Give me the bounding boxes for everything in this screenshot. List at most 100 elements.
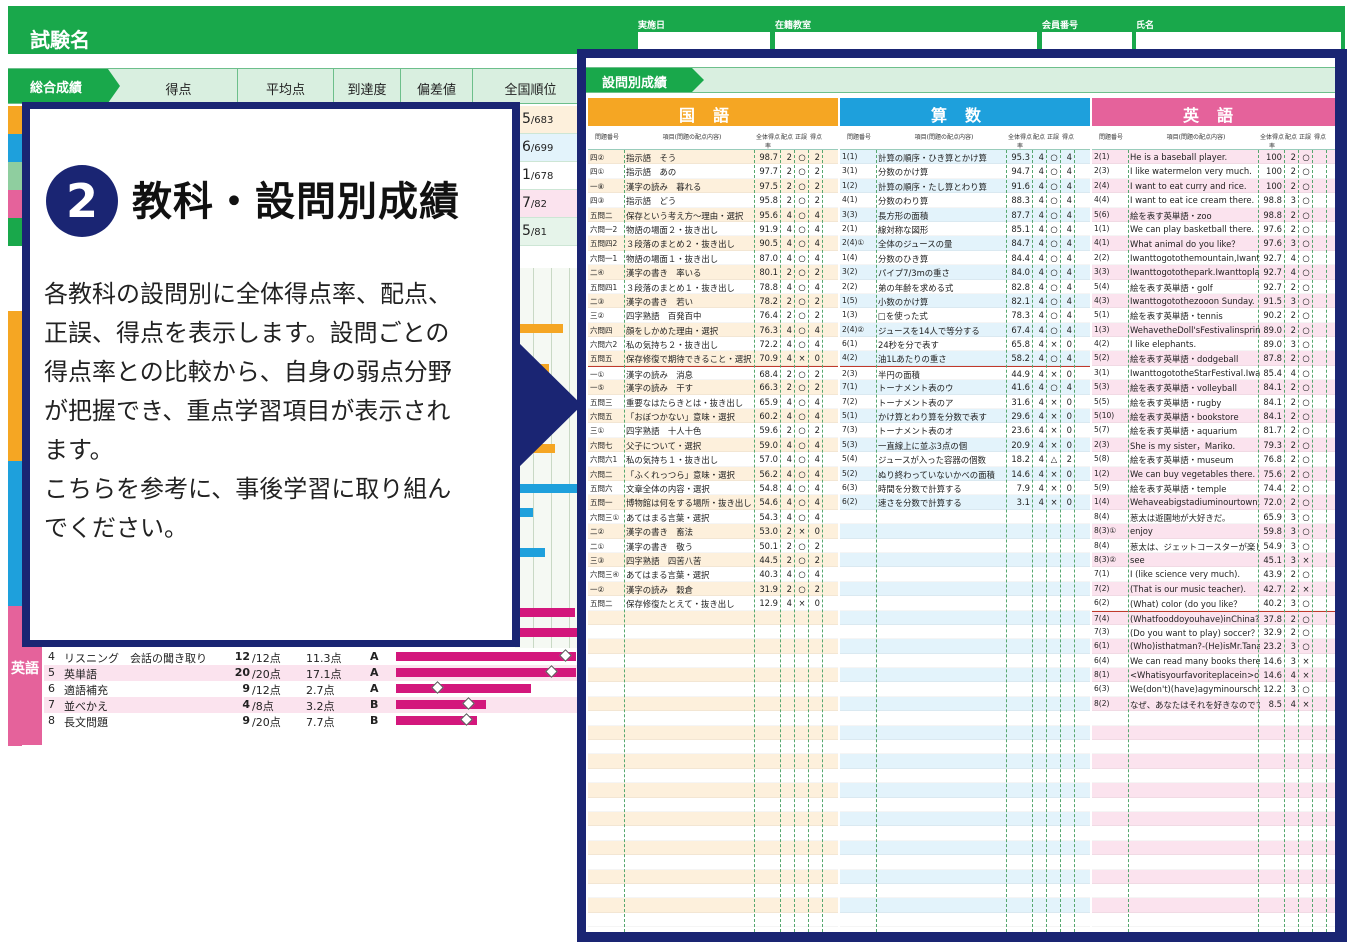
score: 4 xyxy=(1066,281,1072,292)
correctness: ○ xyxy=(1302,411,1310,422)
overall-rate: 91.5 xyxy=(1263,295,1282,306)
header-field-label: 氏名 xyxy=(1136,21,1155,31)
column-header: 全体得点率 xyxy=(756,134,781,150)
question-item: 私の気持ち２・抜き出し xyxy=(626,340,719,351)
column-header: 問題番号 xyxy=(1098,134,1123,141)
score: 2 xyxy=(814,152,820,162)
question-number: 1(1) xyxy=(1094,223,1110,233)
column-divider xyxy=(624,150,625,932)
points: 4 xyxy=(786,439,792,450)
score: 2 xyxy=(814,554,820,565)
question-row xyxy=(588,682,838,697)
question-row: 四① 指示語 あの 97.7 2 ○ 2 xyxy=(588,164,838,179)
score: 4 xyxy=(242,698,250,711)
question-row: 1(5) 小数のかけ算 82.1 4 ○ 4 xyxy=(840,293,1090,309)
score: 0 xyxy=(1066,482,1072,493)
question-row: 1(2) 計算の順序・たし算とわり算 91.6 4 ○ 4 xyxy=(840,178,1090,194)
correctness: ○ xyxy=(1302,482,1310,493)
score: 12 xyxy=(234,650,250,663)
question-item: 時間を分数で計算する xyxy=(878,483,962,494)
overall-rate: 91.9 xyxy=(759,223,778,234)
points: 2 xyxy=(1290,310,1296,321)
points: 2 xyxy=(1290,396,1296,407)
score: 0 xyxy=(814,598,820,609)
overall-rate: 80.1 xyxy=(759,267,778,278)
overall-rate: 54.6 xyxy=(759,497,778,508)
question-number: 三② xyxy=(590,311,605,321)
score: 4 xyxy=(814,468,820,479)
correctness: ○ xyxy=(1302,497,1310,508)
question-row xyxy=(840,898,1090,913)
question-row: 2(3) 半円の面積 44.9 4 × 0 xyxy=(840,365,1090,381)
overall-rate: 42.7 xyxy=(1263,583,1282,594)
question-row: 5(1) かけ算とわり算を分数で表す 29.6 4 × 0 xyxy=(840,409,1090,424)
correctness: × xyxy=(1050,396,1058,407)
points: 4 xyxy=(786,324,792,335)
question-number: 六問四 xyxy=(590,325,613,335)
overall-rate: 12.2 xyxy=(1263,684,1282,695)
column-header-row: 問題番号 項目(問題の配点内容) 全体得点率 配点 正誤 得点 xyxy=(840,126,1090,150)
question-item: 葱太は、ジェットコースターが楽しい。 xyxy=(1130,541,1260,552)
score: 2 xyxy=(814,166,820,177)
overall-rate: 44.5 xyxy=(759,554,778,565)
question-item: I want to eat ice cream there. xyxy=(1130,195,1255,206)
column-header: 項目(問題の配点内容) xyxy=(662,134,722,141)
column-header: 項目(問題の配点内容) xyxy=(1166,134,1226,141)
question-number: 一① xyxy=(590,369,605,379)
question-row xyxy=(840,682,1090,697)
question-item: 漢字の読み 干す xyxy=(626,383,693,394)
question-row: 1(4) 分数のひき算 84.4 4 ○ 4 xyxy=(840,250,1090,266)
overall-rate: 76.8 xyxy=(1263,454,1282,465)
points: 4 xyxy=(1038,166,1044,177)
question-row xyxy=(840,740,1090,755)
correctness: ○ xyxy=(798,368,806,379)
score: 4 xyxy=(814,238,820,249)
detail-sheet-frame: 設問別成績 国語 問題番号 項目(問題の配点内容) 全体得点率 配点 正誤 得点 四② 指示語 … xyxy=(577,49,1347,942)
rank-cell: 7/82 xyxy=(520,190,585,218)
question-item: 絵を表す英単語・tennis xyxy=(1130,311,1223,322)
detail-sheet: 設問別成績 国語 問題番号 項目(問題の配点内容) 全体得点率 配点 正誤 得点 四② 指示語 … xyxy=(586,58,1335,932)
correctness: ○ xyxy=(798,569,806,580)
question-row xyxy=(840,811,1090,827)
question-item: トーナメント表のウ xyxy=(878,383,954,394)
question-row xyxy=(840,624,1090,640)
points: 2 xyxy=(1290,497,1296,508)
row-number: 7 xyxy=(48,698,55,711)
question-row: 2(4)① 全体のジュースの量 84.7 4 ○ 4 xyxy=(840,236,1090,251)
points: 2 xyxy=(1290,439,1296,450)
overall-rate: 29.6 xyxy=(1011,411,1030,422)
correctness: ○ xyxy=(1302,396,1310,407)
correctness: × xyxy=(1050,425,1058,436)
question-row: 六問一1 物語の場面１・抜き出し 87.0 4 ○ 4 xyxy=(588,250,838,266)
correctness: ○ xyxy=(798,252,806,263)
item-name: 長文問題 xyxy=(64,716,108,729)
question-row xyxy=(840,653,1090,669)
question-row xyxy=(840,711,1090,726)
score: 4 xyxy=(1066,310,1072,321)
question-row: 7(1) トーナメント表のウ 41.6 4 ○ 4 xyxy=(840,380,1090,395)
correctness: × xyxy=(1302,583,1310,594)
points: 4 xyxy=(1290,252,1296,263)
points: 2 xyxy=(1290,152,1296,162)
correctness: ○ xyxy=(1302,223,1310,234)
overall-rate: 85.4 xyxy=(1263,367,1282,378)
question-number: 8(3)① xyxy=(1094,526,1117,536)
correctness: ○ xyxy=(1302,339,1310,350)
question-item: 小数のかけ算 xyxy=(878,296,929,307)
question-number: 1(4) xyxy=(842,252,858,262)
header-field-classroom: 在籍教室 xyxy=(775,18,1037,50)
overall-rate: 31.9 xyxy=(759,583,778,594)
correctness: ○ xyxy=(798,411,806,422)
question-row: 1(1) 計算の順序・ひき算とかけ算 95.3 4 ○ 4 xyxy=(840,150,1090,165)
overall-rate: 82.1 xyxy=(1011,295,1030,306)
correctness: ○ xyxy=(798,396,806,407)
question-row: 六問三① あてはまる言葉・選択 54.3 4 ○ 4 xyxy=(588,509,838,525)
correctness: ○ xyxy=(1302,613,1310,624)
overall-rate: 84.1 xyxy=(1263,396,1282,407)
question-item: なぜ、あなたはそれを好きなのですか。 xyxy=(1130,699,1260,710)
overall-rate: 54.3 xyxy=(759,511,778,522)
grade: B xyxy=(370,714,379,727)
points: 2 xyxy=(1290,166,1296,177)
question-item: あてはまる言葉・選択 xyxy=(626,512,710,523)
question-number: 六問三④ xyxy=(590,570,620,580)
